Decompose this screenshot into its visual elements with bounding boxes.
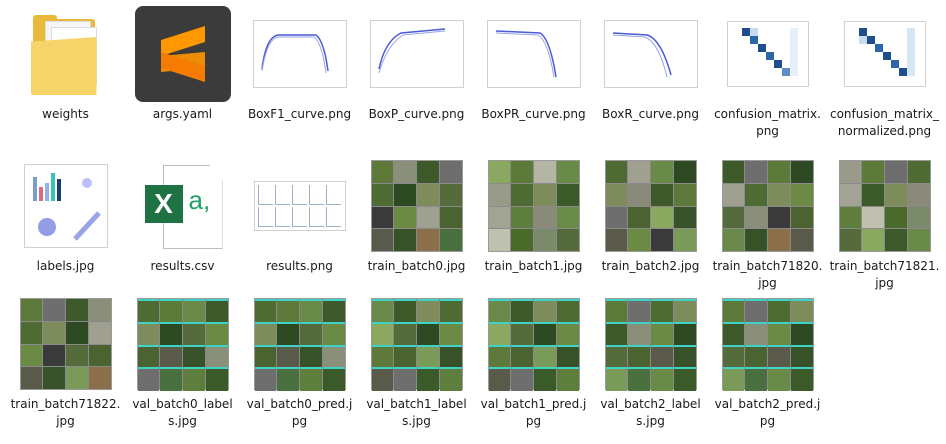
excel-icon: Xa, [143,163,223,249]
file-item-boxr-curve[interactable]: BoxR_curve.png [592,6,709,146]
file-label: labels.jpg [36,259,95,273]
file-item-train-batch71821[interactable]: train_batch71821.jpg [826,158,943,298]
matrix-thumbnail [726,21,809,87]
file-label: val_batch1_pred.jpg [480,397,587,428]
image-thumbnail [370,160,463,252]
file-label: train_batch71822.jpg [10,397,121,428]
file-label: val_batch2_pred.jpg [714,397,821,428]
file-item-results-png[interactable]: results.png [241,158,358,298]
curve-thumbnail [252,20,347,88]
file-label: results.csv [150,259,215,273]
file-label: args.yaml [152,107,213,121]
file-item-val-batch0-pred[interactable]: val_batch0_pred.jpg [241,296,358,436]
file-item-boxpr-curve[interactable]: BoxPR_curve.png [475,6,592,146]
file-label: BoxPR_curve.png [481,107,586,121]
file-label: BoxR_curve.png [602,107,699,121]
curve-thumbnail [486,20,581,88]
curve-thumbnail [603,20,698,88]
file-item-val-batch2-labels[interactable]: val_batch2_labels.jpg [592,296,709,436]
file-item-boxf1-curve[interactable]: BoxF1_curve.png [241,6,358,146]
image-thumbnail [604,298,697,391]
file-label: train_batch71821.jpg [829,259,940,290]
image-thumbnail [487,160,580,252]
image-thumbnail [721,298,814,391]
image-thumbnail [136,298,229,391]
file-item-val-batch1-pred[interactable]: val_batch1_pred.jpg [475,296,592,436]
file-label: val_batch1_labels.jpg [366,397,467,428]
sublime-text-icon [134,6,231,102]
labels-thumbnail [23,164,108,248]
file-item-args-yaml[interactable]: args.yaml [124,6,241,146]
file-item-results-csv[interactable]: Xa, results.csv [124,158,241,298]
folder-icon [30,13,99,95]
file-item-train-batch71820[interactable]: train_batch71820.jpg [709,158,826,298]
file-item-train-batch0[interactable]: train_batch0.jpg [358,158,475,298]
image-thumbnail [253,298,346,391]
results-thumbnail [253,181,346,231]
file-label: val_batch2_labels.jpg [600,397,701,428]
curve-thumbnail [369,20,464,88]
file-label: BoxP_curve.png [368,107,465,121]
file-item-val-batch0-labels[interactable]: val_batch0_labels.jpg [124,296,241,436]
image-thumbnail [487,298,580,391]
file-label: val_batch0_pred.jpg [246,397,353,428]
file-item-weights[interactable]: weights [7,6,124,146]
file-label: confusion_matrix_normalized.png [829,107,940,138]
file-item-boxp-curve[interactable]: BoxP_curve.png [358,6,475,146]
file-item-train-batch2[interactable]: train_batch2.jpg [592,158,709,298]
file-item-train-batch1[interactable]: train_batch1.jpg [475,158,592,298]
file-label: results.png [266,259,333,273]
file-item-confusion-matrix-normalized[interactable]: confusion_matrix_normalized.png [826,6,943,146]
matrix-thumbnail [843,21,926,87]
file-label: confusion_matrix.png [714,107,821,138]
file-item-labels-jpg[interactable]: labels.jpg [7,158,124,298]
file-label: train_batch71820.jpg [712,259,823,290]
file-item-val-batch2-pred[interactable]: val_batch2_pred.jpg [709,296,826,436]
file-label: train_batch1.jpg [484,259,583,273]
file-item-confusion-matrix[interactable]: confusion_matrix.png [709,6,826,146]
image-thumbnail [370,298,463,391]
image-thumbnail [838,160,931,252]
file-item-train-batch71822[interactable]: train_batch71822.jpg [7,296,124,436]
image-thumbnail [721,160,814,252]
image-thumbnail [604,160,697,252]
file-label: train_batch0.jpg [367,259,466,273]
image-thumbnail [19,298,112,390]
file-item-val-batch1-labels[interactable]: val_batch1_labels.jpg [358,296,475,436]
file-label: weights [42,107,89,121]
file-label: val_batch0_labels.jpg [132,397,233,428]
file-label: train_batch2.jpg [601,259,700,273]
file-label: BoxF1_curve.png [247,107,352,121]
